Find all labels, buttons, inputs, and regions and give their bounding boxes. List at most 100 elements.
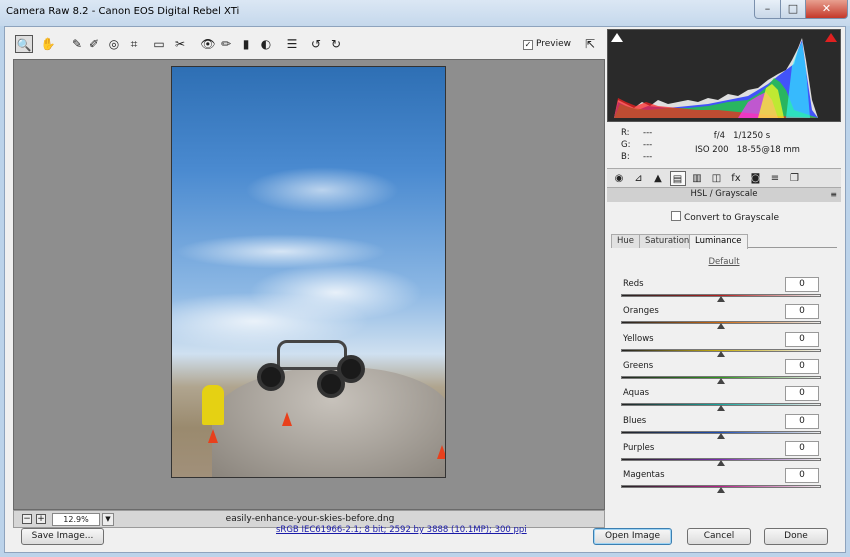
preview-check-icon: ✓: [523, 40, 533, 50]
histogram-graph: [614, 38, 818, 118]
panel-tab-strip: ◉ ⊿ ▲ ▤ ▥ ◫ fx ◙ ≡ ❐: [607, 168, 841, 188]
targeted-adjustment-tool-icon[interactable]: ◎: [105, 35, 123, 53]
color-sampler-tool-icon[interactable]: ✐: [85, 35, 103, 53]
adjustment-brush-icon[interactable]: ✏: [217, 35, 235, 53]
lens-corrections-tab-icon[interactable]: ◫: [709, 171, 725, 186]
panel-title-bar: HSL / Grayscale ≡: [607, 188, 841, 202]
graduated-filter-icon[interactable]: ▮: [237, 35, 255, 53]
workflow-options-link[interactable]: sRGB IEC61966-2.1; 8 bit; 2592 by 3888 (…: [276, 525, 527, 535]
rotate-right-icon[interactable]: ↻: [327, 35, 345, 53]
straighten-tool-icon[interactable]: ▭: [150, 35, 168, 53]
file-name: easily-enhance-your-skies-before.dng: [225, 514, 395, 524]
done-button[interactable]: Done: [764, 528, 828, 545]
traffic-cone: [208, 429, 218, 443]
preview-photo: [171, 66, 446, 478]
tab-hue[interactable]: Hue: [611, 234, 641, 248]
slider-thumb-purples[interactable]: [717, 459, 725, 466]
slider-thumb-magentas[interactable]: [717, 487, 725, 494]
split-toning-tab-icon[interactable]: ▥: [689, 171, 705, 186]
panel-title: HSL / Grayscale: [690, 189, 758, 199]
iso: ISO 200: [695, 145, 729, 155]
panel-menu-icon[interactable]: ≡: [830, 188, 837, 201]
image-preview-area[interactable]: [13, 59, 605, 510]
slider-value-yellows[interactable]: 0: [785, 331, 819, 347]
detail-tab-icon[interactable]: ▲: [650, 171, 666, 186]
traffic-cone: [437, 445, 445, 459]
fullscreen-toggle-icon[interactable]: ⇱: [581, 35, 599, 53]
effects-tab-icon[interactable]: fx: [728, 171, 744, 186]
hsl-grayscale-tab-icon[interactable]: ▤: [669, 171, 686, 186]
grayscale-checkbox-box: [671, 211, 681, 221]
r-value: ---: [643, 128, 653, 138]
default-link[interactable]: Default: [607, 257, 841, 267]
preview-checkbox[interactable]: ✓ Preview: [523, 39, 571, 50]
b-label: B:: [621, 152, 630, 162]
tab-saturation[interactable]: Saturation: [639, 234, 696, 248]
cancel-button[interactable]: Cancel: [687, 528, 751, 545]
open-image-button[interactable]: Open Image: [593, 528, 672, 545]
hand-tool-icon[interactable]: ✋: [39, 35, 57, 53]
slider-thumb-yellows[interactable]: [717, 350, 725, 357]
slider-value-reds[interactable]: 0: [785, 277, 819, 292]
preferences-icon[interactable]: ☰: [283, 35, 301, 53]
slider-value-aquas[interactable]: 0: [785, 386, 819, 402]
r-label: R:: [621, 128, 630, 138]
hsl-panel: Convert to Grayscale Hue Saturation Lumi…: [607, 202, 841, 507]
slider-label-reds: Reds: [623, 279, 644, 289]
slider-value-blues[interactable]: 0: [785, 413, 819, 429]
slider-label-greens: Greens: [623, 360, 654, 371]
b-value: ---: [643, 152, 653, 162]
slider-label-oranges: Oranges: [623, 306, 659, 317]
zoom-tool-icon[interactable]: 🔍: [15, 35, 33, 53]
slider-thumb-blues[interactable]: [717, 432, 725, 439]
slider-label-blues: Blues: [623, 415, 647, 426]
window-titlebar: Camera Raw 8.2 - Canon EOS Digital Rebel…: [0, 0, 850, 26]
slider-value-magentas[interactable]: 0: [785, 468, 819, 484]
slider-value-greens[interactable]: 0: [785, 358, 819, 374]
close-button[interactable]: ✕: [805, 0, 848, 19]
shadow-clipping-warning-icon[interactable]: [611, 32, 623, 42]
image-info: R: G: B: --- --- --- f/4 1/1250 s ISO 20…: [607, 124, 841, 166]
hsl-subtabs: Hue Saturation Luminance: [611, 234, 837, 249]
slider-thumb-aquas[interactable]: [717, 405, 725, 412]
red-eye-removal-tool-icon[interactable]: 👁: [199, 35, 217, 53]
slider-value-oranges[interactable]: 0: [785, 304, 819, 320]
preview-label: Preview: [536, 39, 572, 49]
rotate-left-icon[interactable]: ↺: [307, 35, 325, 53]
spotter-person: [202, 385, 224, 425]
save-image-button[interactable]: Save Image...: [21, 528, 104, 545]
slider-thumb-oranges[interactable]: [717, 323, 725, 330]
exif-info: f/4 1/1250 s ISO 200 18-55@18 mm: [695, 129, 835, 157]
white-balance-tool-icon[interactable]: ✎: [68, 35, 86, 53]
slider-label-purples: Purples: [623, 442, 655, 453]
crop-tool-icon[interactable]: ⌗: [125, 35, 143, 53]
lens-info: 18-55@18 mm: [736, 145, 800, 155]
convert-to-grayscale-checkbox[interactable]: Convert to Grayscale: [671, 211, 779, 223]
slider-value-purples[interactable]: 0: [785, 440, 819, 456]
slider-label-yellows: Yellows: [623, 333, 654, 344]
right-panel: R: G: B: --- --- --- f/4 1/1250 s ISO 20…: [607, 27, 845, 527]
highlight-clipping-warning-icon[interactable]: [825, 32, 837, 42]
window-title: Camera Raw 8.2 - Canon EOS Digital Rebel…: [6, 6, 240, 17]
shutter-speed: 1/1250 s: [733, 131, 771, 141]
slider-thumb-greens[interactable]: [717, 377, 725, 384]
maximize-button[interactable]: □: [780, 0, 806, 19]
snapshots-tab-icon[interactable]: ❐: [787, 171, 803, 186]
basic-tab-icon[interactable]: ◉: [611, 171, 627, 186]
minimize-button[interactable]: –: [754, 0, 781, 19]
rgb-labels: R: G: B:: [621, 127, 630, 163]
toolbar: ↻ ↺ ☰ ◐ ▮ ✏ 👁 ✂ ▭ ⌗ ◎ ✐ ✎ ✋ 🔍 ✓ Preview ⇱: [13, 31, 608, 57]
radial-filter-icon[interactable]: ◐: [257, 35, 275, 53]
slider-label-magentas: Magentas: [623, 470, 665, 481]
histogram: [607, 29, 841, 122]
g-label: G:: [621, 140, 631, 150]
aperture: f/4: [713, 131, 725, 141]
slider-label-aquas: Aquas: [623, 388, 650, 399]
presets-tab-icon[interactable]: ≡: [767, 171, 783, 186]
camera-raw-dialog: ↻ ↺ ☰ ◐ ▮ ✏ 👁 ✂ ▭ ⌗ ◎ ✐ ✎ ✋ 🔍 ✓ Preview ⇱ − + 12.9% ▼ e…: [4, 26, 846, 553]
slider-thumb-reds[interactable]: [717, 296, 725, 302]
tone-curve-tab-icon[interactable]: ⊿: [631, 171, 647, 186]
tab-luminance[interactable]: Luminance: [689, 234, 748, 249]
camera-calibration-tab-icon[interactable]: ◙: [748, 171, 764, 186]
spot-removal-tool-icon[interactable]: ✂: [171, 35, 189, 53]
